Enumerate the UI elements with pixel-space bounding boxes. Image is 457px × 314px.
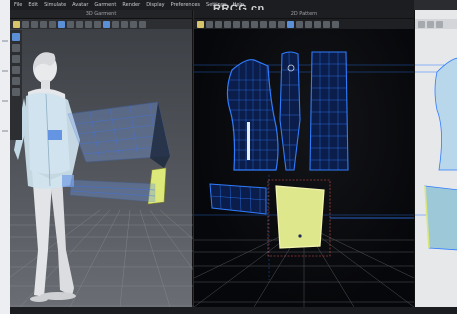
pattern-side-panel[interactable] — [279, 51, 301, 171]
viewport-2d-canvas[interactable] — [194, 10, 414, 307]
host-page-margin — [0, 0, 10, 314]
right-viewport-canvas[interactable] — [415, 10, 457, 307]
selected-pocket[interactable] — [48, 130, 62, 140]
zoom-icon[interactable] — [12, 66, 20, 74]
margin-mark — [2, 100, 8, 102]
margin-mark — [2, 40, 8, 42]
menu-item-avatar[interactable]: Avatar — [72, 2, 88, 8]
viewport-3d[interactable]: 3D Garment — [10, 10, 193, 307]
hand-icon[interactable] — [12, 44, 20, 52]
simulate-icon[interactable] — [12, 33, 20, 41]
menu-item-garment[interactable]: Garment — [94, 2, 116, 8]
pattern-preview-pocket[interactable] — [424, 185, 457, 251]
menu-item-simulate[interactable]: Simulate — [44, 2, 66, 8]
garment-jacket[interactable] — [14, 92, 80, 189]
menu-item-preferences[interactable]: Preferences — [171, 2, 200, 8]
menu-item-edit[interactable]: Edit — [28, 2, 38, 8]
pattern-preview-front[interactable] — [434, 57, 457, 171]
fit-view-icon[interactable] — [12, 77, 20, 85]
left-vertical-toolbar — [10, 30, 22, 140]
margin-mark — [2, 70, 8, 72]
pattern-front-bodice[interactable] — [226, 59, 279, 171]
margin-mark — [2, 130, 8, 132]
menu-item-display[interactable]: Display — [146, 2, 164, 8]
rotate-icon[interactable] — [12, 55, 20, 63]
right-viewport[interactable] — [414, 10, 457, 307]
app-window: File Edit Simulate Avatar Garment Render… — [0, 0, 457, 314]
sleeve-3d[interactable] — [67, 101, 171, 205]
visibility-icon[interactable] — [12, 88, 20, 96]
pattern-sleeve[interactable] — [209, 183, 267, 215]
status-bar — [10, 307, 457, 314]
menu-item-file[interactable]: File — [14, 2, 22, 8]
menu-bar: File Edit Simulate Avatar Garment Render… — [10, 0, 414, 10]
menu-item-render[interactable]: Render — [122, 2, 140, 8]
viewport-3d-canvas[interactable] — [10, 10, 193, 307]
pattern-back-panel[interactable] — [309, 51, 349, 171]
pattern-grainline[interactable] — [247, 122, 250, 160]
viewport-2d[interactable]: 2D Pattern — [194, 10, 414, 307]
pattern-selected-pocket[interactable] — [267, 179, 414, 257]
